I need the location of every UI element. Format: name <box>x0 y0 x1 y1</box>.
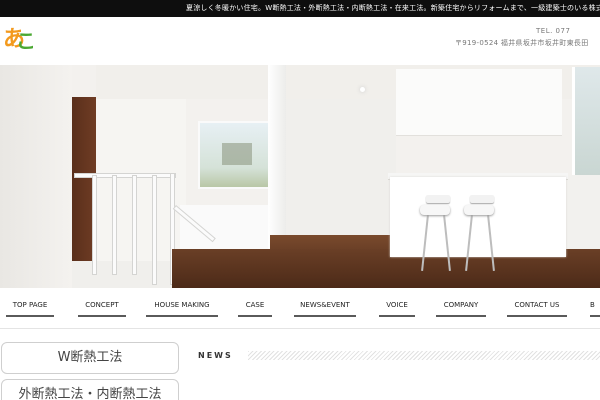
exterior-interior-insulation-button[interactable]: 外断熱工法・内断熱工法 <box>1 379 179 400</box>
site-header: あ こ TEL. 077 〒919-0524 福井県坂井市坂井町東長田 <box>0 17 600 65</box>
nav-divider <box>0 328 600 329</box>
nav-company[interactable]: COMPANY <box>436 299 486 317</box>
news-heading: NEWS <box>198 351 233 360</box>
company-address: 〒919-0524 福井県坂井市坂井町東長田 <box>455 39 589 47</box>
main-navigation: TOP PAGE CONCEPT HOUSE MAKING CASE NEWS&… <box>0 288 600 328</box>
svg-text:こ: こ <box>16 29 33 52</box>
company-logo[interactable]: あ こ <box>3 24 33 52</box>
nav-contact-us[interactable]: CONTACT US <box>507 299 567 317</box>
news-heading-stripe <box>248 351 600 360</box>
hero-interior-photo <box>0 65 600 288</box>
phone-number: TEL. 077 <box>536 27 571 35</box>
nav-house-making[interactable]: HOUSE MAKING <box>146 299 218 317</box>
nav-case[interactable]: CASE <box>238 299 272 317</box>
nav-concept[interactable]: CONCEPT <box>78 299 126 317</box>
nav-news-event[interactable]: NEWS&EVENT <box>294 299 356 317</box>
nav-blog[interactable]: B <box>590 299 600 317</box>
w-insulation-button[interactable]: W断熱工法 <box>1 342 179 374</box>
nav-top-page[interactable]: TOP PAGE <box>6 299 54 317</box>
announcement-text: 夏涼しく冬暖かい住宅。W断熱工法・外断熱工法・内断熱工法・在来工法。新築住宅から… <box>186 4 600 12</box>
nav-voice[interactable]: VOICE <box>379 299 415 317</box>
page: 夏涼しく冬暖かい住宅。W断熱工法・外断熱工法・内断熱工法・在来工法。新築住宅から… <box>0 0 600 400</box>
top-announcement-bar: 夏涼しく冬暖かい住宅。W断熱工法・外断熱工法・内断熱工法・在来工法。新築住宅から… <box>0 0 600 17</box>
